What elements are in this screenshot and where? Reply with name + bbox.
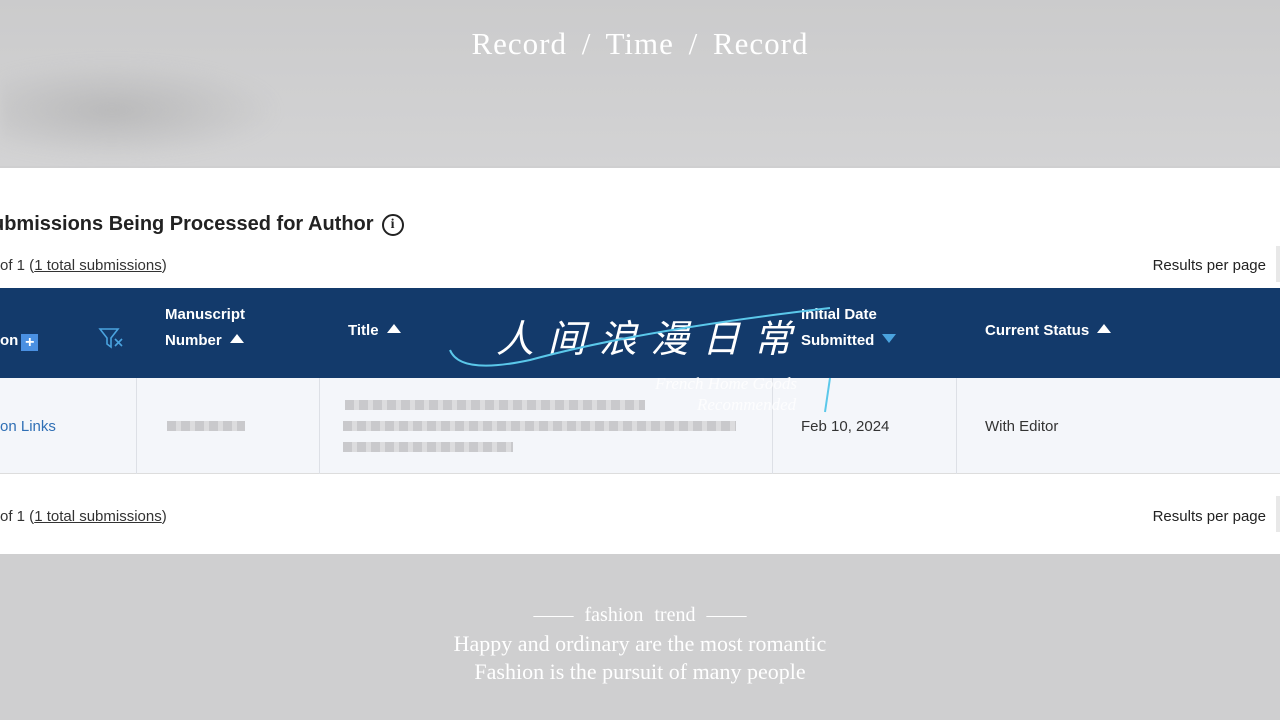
results-per-page-select[interactable] — [1276, 496, 1280, 532]
pager-text: of 1 ( — [0, 257, 35, 274]
redacted-title — [343, 442, 513, 452]
column-label: Title — [348, 322, 379, 339]
overlay-sub-line2: Recommended — [697, 395, 797, 414]
footer-tag: —— fashion trend —— — [533, 604, 747, 626]
action-links[interactable]: on Links — [0, 418, 56, 435]
column-action-label: on — [0, 332, 19, 349]
pager-suffix: ) — [161, 257, 167, 274]
submitted-date: Feb 10, 2024 — [801, 418, 890, 435]
redacted-manuscript-number — [167, 421, 245, 431]
column-manuscript-number[interactable]: Manuscript Number — [165, 302, 245, 354]
info-icon[interactable]: i — [381, 213, 404, 236]
sort-asc-icon[interactable] — [386, 324, 401, 333]
footer-line1: Happy and ordinary are the most romantic — [453, 631, 827, 656]
column-label: Manuscript — [165, 306, 246, 323]
current-status: With Editor — [985, 418, 1059, 435]
pager-bottom: of 1 (1 total submissions) — [0, 508, 167, 525]
sort-desc-icon[interactable] — [882, 334, 897, 343]
pager-top: of 1 (1 total submissions) — [0, 257, 167, 274]
overlay-header-title: Record / Time / Record — [471, 26, 809, 61]
column-title[interactable]: Title — [348, 318, 401, 344]
results-per-page-select[interactable] — [1276, 246, 1280, 282]
expand-plus-icon[interactable]: + — [21, 334, 39, 351]
column-action[interactable]: on + — [0, 328, 39, 354]
total-submissions-link[interactable]: 1 total submissions — [34, 257, 162, 274]
overlay-sub-line1: French Home Goods — [655, 374, 797, 393]
column-current-status[interactable]: Current Status — [985, 318, 1112, 344]
cell-divider — [319, 378, 320, 474]
clear-filter-icon[interactable] — [98, 326, 126, 361]
column-label: Current Status — [985, 322, 1090, 339]
redacted-title — [343, 421, 736, 431]
footer-line2: Fashion is the pursuit of many people — [474, 659, 806, 684]
page-title: ubmissions Being Processed for Author i — [0, 213, 404, 236]
column-label: Number — [165, 332, 222, 349]
page-title-text: ubmissions Being Processed for Author — [0, 213, 374, 235]
cell-divider — [136, 378, 137, 474]
pager-text: of 1 ( — [0, 508, 35, 525]
cell-divider — [956, 378, 957, 474]
sort-asc-icon[interactable] — [229, 334, 244, 343]
overlay-footer: —— fashion trend —— Happy and ordinary a… — [0, 604, 1280, 685]
total-submissions-link[interactable]: 1 total submissions — [34, 508, 162, 525]
results-per-page-label: Results per page — [1152, 257, 1266, 274]
pager-suffix: ) — [161, 508, 167, 525]
sort-asc-icon[interactable] — [1097, 324, 1112, 333]
results-per-page-label: Results per page — [1152, 508, 1266, 525]
background-top — [0, 0, 1280, 166]
